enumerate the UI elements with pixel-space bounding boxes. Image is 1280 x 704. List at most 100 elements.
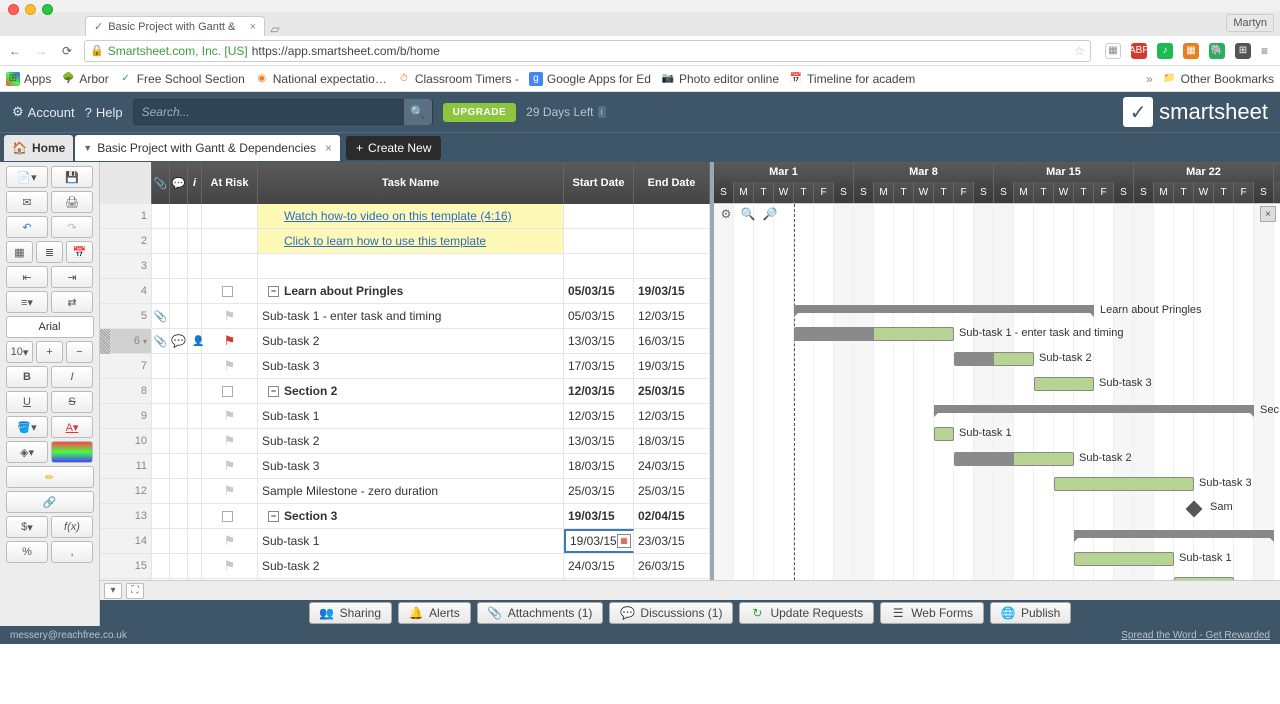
- attachment-cell[interactable]: [152, 379, 170, 403]
- end-date-cell[interactable]: 19/03/15: [634, 354, 710, 378]
- task-name-cell[interactable]: Sub-task 2: [258, 329, 564, 353]
- undo-button[interactable]: ↶: [6, 216, 48, 238]
- gantt-task-bar[interactable]: Sub-task 2: [954, 352, 1034, 366]
- gantt-summary-bar[interactable]: Learn about Pringles: [794, 305, 1094, 313]
- start-date-cell[interactable]: 13/03/15: [564, 329, 634, 353]
- web-forms-button[interactable]: ☰Web Forms: [880, 602, 984, 624]
- gantt-task-bar[interactable]: Sub-task 1: [934, 427, 954, 441]
- flag-icon[interactable]: ⚑: [224, 408, 236, 424]
- start-date-cell[interactable]: 12/03/15: [564, 404, 634, 428]
- spotify-icon[interactable]: ♪: [1157, 43, 1173, 59]
- format-painter-button[interactable]: [51, 441, 93, 463]
- task-name-cell[interactable]: Click to learn how to use this template: [258, 229, 564, 253]
- info-icon[interactable]: i: [598, 106, 606, 118]
- attachment-cell[interactable]: 📎: [152, 304, 170, 328]
- row-number[interactable]: 11: [100, 454, 152, 478]
- extension-icon[interactable]: ▦: [1105, 43, 1121, 59]
- start-date-cell[interactable]: 05/03/15: [564, 279, 634, 303]
- highlight-button[interactable]: ✏: [6, 466, 94, 488]
- info-cell[interactable]: [188, 529, 202, 553]
- back-button[interactable]: ←: [6, 42, 24, 60]
- fill-color-button[interactable]: 🪣▾: [6, 416, 48, 438]
- spread-word-link[interactable]: Spread the Word - Get Rewarded: [1121, 630, 1270, 641]
- table-row[interactable]: 9⚑Sub-task 112/03/1512/03/15: [100, 404, 710, 429]
- task-name-cell[interactable]: Sub-task 3: [258, 454, 564, 478]
- flag-icon[interactable]: ⚑: [224, 558, 236, 574]
- extension-icon[interactable]: ▦: [1183, 43, 1199, 59]
- gantt-milestone[interactable]: [1186, 501, 1203, 518]
- row-number[interactable]: 9: [100, 404, 152, 428]
- bookmark-item[interactable]: gGoogle Apps for Ed: [529, 72, 651, 86]
- info-cell[interactable]: [188, 304, 202, 328]
- info-cell[interactable]: [188, 554, 202, 578]
- bookmark-item[interactable]: 📅Timeline for academ: [789, 72, 915, 86]
- outdent-button[interactable]: ⇤: [6, 266, 48, 288]
- row-number[interactable]: 10: [100, 429, 152, 453]
- info-cell[interactable]: [188, 204, 202, 228]
- at-risk-cell[interactable]: [202, 379, 258, 403]
- row-number[interactable]: 4: [100, 279, 152, 303]
- info-cell[interactable]: [188, 229, 202, 253]
- info-cell[interactable]: [188, 279, 202, 303]
- close-window-icon[interactable]: [8, 4, 19, 15]
- formula-button[interactable]: f(x): [51, 516, 93, 538]
- task-name-cell[interactable]: −Section 2: [258, 379, 564, 403]
- attachment-cell[interactable]: [152, 504, 170, 528]
- collapse-icon[interactable]: −: [268, 286, 279, 297]
- start-date-cell[interactable]: [564, 229, 634, 253]
- table-row[interactable]: 1Watch how-to video on this template (4:…: [100, 204, 710, 229]
- end-date-header[interactable]: End Date: [634, 162, 710, 204]
- apps-bookmark[interactable]: ⊞Apps: [6, 72, 51, 86]
- end-date-cell[interactable]: [634, 229, 710, 253]
- comment-header[interactable]: 💬: [170, 162, 188, 204]
- comment-cell[interactable]: [170, 379, 188, 403]
- attachment-cell[interactable]: [152, 529, 170, 553]
- table-row[interactable]: 7⚑Sub-task 317/03/1519/03/15: [100, 354, 710, 379]
- address-bar[interactable]: 🔒 Smartsheet.com, Inc. [US] https://app.…: [84, 40, 1091, 62]
- align-left-button[interactable]: ≡▾: [6, 291, 48, 313]
- end-date-cell[interactable]: 25/03/15: [634, 479, 710, 503]
- bold-button[interactable]: B: [6, 366, 48, 388]
- table-row[interactable]: 14⚑Sub-task 119/03/15▦23/03/15: [100, 529, 710, 554]
- comment-cell[interactable]: [170, 454, 188, 478]
- end-date-cell[interactable]: 23/03/15: [634, 529, 710, 553]
- hamburger-icon[interactable]: ≡: [1261, 44, 1268, 58]
- help-link[interactable]: Click to learn how to use this template: [284, 234, 486, 248]
- text-color-button[interactable]: A▾: [51, 416, 93, 438]
- attachment-cell[interactable]: [152, 279, 170, 303]
- info-cell[interactable]: [188, 479, 202, 503]
- expand-icon[interactable]: ⛶: [126, 583, 144, 599]
- attachment-cell[interactable]: [152, 429, 170, 453]
- attachments-button[interactable]: 📎Attachments (1): [477, 602, 604, 624]
- task-name-cell[interactable]: Sub-task 2: [258, 554, 564, 578]
- end-date-cell[interactable]: 19/03/15: [634, 279, 710, 303]
- flag-icon[interactable]: ⚑: [224, 533, 236, 549]
- task-name-cell[interactable]: Sub-task 3: [258, 354, 564, 378]
- info-cell[interactable]: [188, 354, 202, 378]
- table-row[interactable]: 6▾📎💬👤⚑Sub-task 213/03/1516/03/15: [100, 329, 710, 354]
- task-name-cell[interactable]: [258, 254, 564, 278]
- table-row[interactable]: 3: [100, 254, 710, 279]
- gantt-settings-icon[interactable]: ⚙: [718, 206, 734, 222]
- flag-icon[interactable]: ⚑: [224, 308, 236, 324]
- comment-cell[interactable]: [170, 529, 188, 553]
- end-date-cell[interactable]: 18/03/15: [634, 429, 710, 453]
- gantt-summary-bar[interactable]: Sec: [934, 405, 1254, 413]
- comment-cell[interactable]: [170, 504, 188, 528]
- italic-button[interactable]: I: [51, 366, 93, 388]
- search-button[interactable]: 🔍: [404, 99, 432, 125]
- update-requests-button[interactable]: ↻Update Requests: [739, 602, 874, 624]
- table-row[interactable]: 5📎⚑Sub-task 1 - enter task and timing05/…: [100, 304, 710, 329]
- row-number[interactable]: 8: [100, 379, 152, 403]
- end-date-cell[interactable]: 24/03/15: [634, 454, 710, 478]
- at-risk-cell[interactable]: [202, 229, 258, 253]
- table-row[interactable]: 12⚑Sample Milestone - zero duration25/03…: [100, 479, 710, 504]
- sheet-menu-icon[interactable]: ▾: [104, 583, 122, 599]
- info-cell[interactable]: [188, 404, 202, 428]
- gantt-task-bar[interactable]: Sub-task 1 - enter task and timing: [794, 327, 954, 341]
- gantt-task-bar[interactable]: Sub-task 3: [1054, 477, 1194, 491]
- account-link[interactable]: ⚙Account: [12, 104, 75, 120]
- start-date-cell[interactable]: 17/03/15: [564, 354, 634, 378]
- gantt-body[interactable]: Learn about Pringles Sub-task 1 - enter t…: [714, 204, 1280, 625]
- percent-button[interactable]: %: [6, 541, 48, 563]
